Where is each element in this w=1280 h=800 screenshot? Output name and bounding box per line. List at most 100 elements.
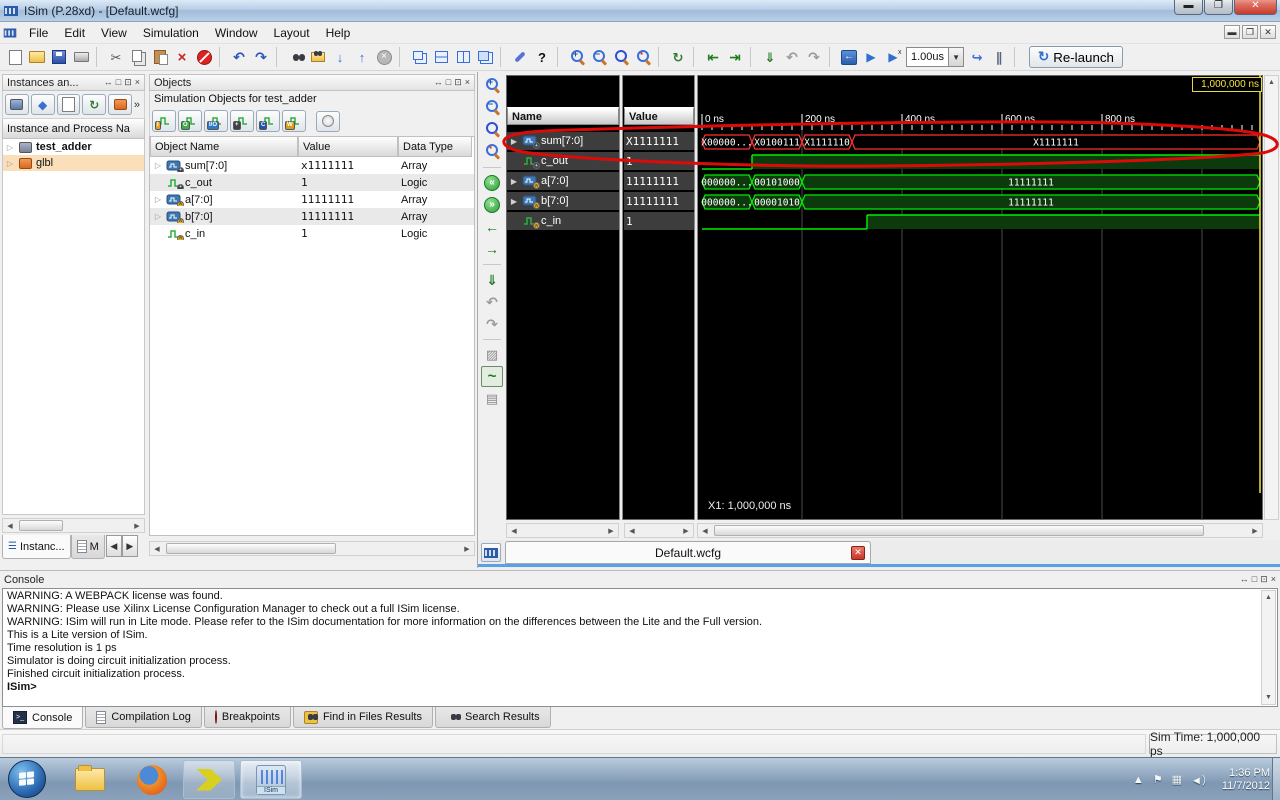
context-help-button[interactable]: ? — [531, 46, 553, 68]
next-marker-button[interactable]: ↷ — [803, 46, 825, 68]
step-button[interactable]: ↪ — [966, 46, 988, 68]
object-row-c_out[interactable]: +c_out1Logic — [150, 174, 474, 191]
minimize-button[interactable]: ▬ — [1174, 0, 1203, 15]
start-button[interactable] — [8, 760, 46, 798]
zoom-full-view-button[interactable] — [610, 46, 632, 68]
instance-row-glbl[interactable]: ▷glbl — [3, 155, 144, 171]
wave-value-c_in[interactable]: 1 — [624, 212, 694, 230]
menu-edit[interactable]: Edit — [56, 23, 93, 43]
scroll-right-icon[interactable]: ▶ — [460, 542, 474, 555]
maximize-icon[interactable]: □ — [1252, 574, 1257, 585]
maximize-icon[interactable]: □ — [116, 77, 121, 88]
wave-value-b[7:0][interactable]: 11111111 — [624, 192, 694, 210]
tab-default-wcfg[interactable]: Default.wcfg ✕ — [505, 541, 871, 564]
chevron-down-icon[interactable]: ▼ — [948, 48, 963, 66]
scroll-left-icon[interactable]: ◀ — [625, 524, 639, 537]
force-clock-button[interactable] — [316, 111, 340, 132]
source-document-button[interactable] — [57, 94, 81, 115]
restore-icon[interactable]: ⊡ — [1260, 574, 1268, 585]
scroll-down-icon[interactable]: ▼ — [1262, 691, 1275, 704]
tab-close-icon[interactable]: ✕ — [851, 546, 865, 560]
scroll-right-icon[interactable]: ▶ — [604, 524, 618, 537]
expand-icon[interactable]: ▷ — [153, 195, 163, 204]
restore-button[interactable]: ❐ — [1204, 0, 1233, 15]
close-icon[interactable]: × — [135, 77, 140, 88]
column-header-data-type[interactable]: Data Type — [398, 137, 472, 157]
float-icon[interactable]: ↔ — [1240, 574, 1249, 585]
close-button[interactable]: ✕ — [1234, 0, 1277, 15]
filter-internal-button[interactable]: + — [230, 110, 254, 132]
tile-horizontally-button[interactable] — [430, 46, 452, 68]
instances-hscrollbar[interactable]: ◀ ▶ — [2, 518, 145, 533]
column-header-object-name[interactable]: Object Name — [150, 137, 298, 157]
scroll-right-icon[interactable]: ▶ — [130, 519, 144, 532]
taskbar-clock[interactable]: 1:36 PM 11/7/2012 — [1222, 767, 1270, 793]
cut-button[interactable]: ✂ — [105, 46, 127, 68]
column-header-value[interactable]: Value — [298, 137, 398, 157]
filter-inouts-button[interactable]: I/O — [204, 110, 228, 132]
zoom-out-button[interactable]: − — [588, 46, 610, 68]
console-vscrollbar[interactable]: ▲ ▼ — [1261, 590, 1276, 705]
expand-icon[interactable]: ▷ — [5, 143, 15, 152]
zoom-out-button[interactable]: − — [481, 97, 503, 118]
object-row-b[7:0][interactable]: ▷wb[7:0]11111111Array — [150, 208, 474, 225]
action-center-flag-icon[interactable]: ⚑ — [1153, 773, 1163, 786]
delete-button[interactable]: × — [171, 46, 193, 68]
menu-help[interactable]: Help — [318, 23, 359, 43]
run-time-combo[interactable]: 1.00us▼ — [906, 47, 964, 67]
run-for-time-button[interactable]: ▶ — [882, 46, 904, 68]
restart-button[interactable] — [838, 46, 860, 68]
previous-edge-button[interactable]: ← — [481, 216, 503, 237]
waveform-tab-icon[interactable] — [481, 543, 501, 562]
filter-wires-button[interactable]: W — [282, 110, 306, 132]
expand-icon[interactable]: ▶ — [509, 197, 519, 206]
new-document-button[interactable] — [4, 46, 26, 68]
tab-compilation-log[interactable]: Compilation Log — [85, 707, 202, 728]
save-button[interactable] — [48, 46, 70, 68]
zoom-area-button[interactable]: ▪ — [481, 141, 503, 162]
memory-chip-orange-button[interactable] — [108, 94, 132, 115]
find-in-files-button[interactable] — [307, 46, 329, 68]
console-output[interactable]: WARNING: A WEBPACK license was found.WAR… — [2, 588, 1278, 707]
tab-scroll-right-icon[interactable]: ▶ — [122, 535, 138, 557]
show-desktop-button[interactable] — [1272, 758, 1280, 800]
scroll-up-icon[interactable]: ▲ — [1265, 76, 1278, 89]
wave-value-a[7:0][interactable]: 11111111 — [624, 172, 694, 190]
expand-icon[interactable]: ▶ — [509, 137, 519, 146]
go-to-previous-transition-button[interactable] — [481, 172, 503, 193]
object-row-sum[7:0][interactable]: ▷+sum[7:0]x1111111Array — [150, 157, 474, 174]
run-all-button[interactable]: ▶ — [860, 46, 882, 68]
wave-name-header[interactable]: Name — [507, 107, 619, 125]
next-edge-button[interactable]: → — [481, 238, 503, 259]
wave-row-b[7:0][interactable]: ▶wb[7:0] — [507, 192, 619, 210]
taskbar-ise-button[interactable] — [183, 760, 235, 799]
object-row-a[7:0][interactable]: ▷wa[7:0]11111111Array — [150, 191, 474, 208]
scroll-right-icon[interactable]: ▶ — [1248, 524, 1262, 537]
taskbar-firefox-button[interactable] — [128, 760, 176, 799]
show-hidden-icons-icon[interactable]: ▲ — [1133, 774, 1144, 786]
instances-column-header[interactable]: Instance and Process Na — [2, 119, 145, 139]
mdi-close-button[interactable]: ✕ — [1260, 25, 1276, 39]
add-marker-button[interactable]: ⇓ — [759, 46, 781, 68]
scroll-left-icon[interactable]: ◀ — [3, 519, 17, 532]
float-icon[interactable]: ↔ — [434, 77, 443, 88]
redo-button[interactable]: ↷ — [250, 46, 272, 68]
waveform-canvas[interactable]: 0 ns200 ns400 ns600 ns800 nsX00000...X01… — [697, 75, 1263, 520]
previous-marker-button[interactable]: ↶ — [781, 46, 803, 68]
zoom-area-button[interactable]: ▪ — [632, 46, 654, 68]
pause-button[interactable]: ∥ — [988, 46, 1010, 68]
wave-row-sum[7:0][interactable]: ▶+sum[7:0] — [507, 132, 619, 150]
wave-row-c_in[interactable]: wc_in — [507, 212, 619, 230]
find-button[interactable] — [285, 46, 307, 68]
read-only-button[interactable] — [193, 46, 215, 68]
menu-file[interactable]: File — [21, 23, 56, 43]
next-marker-button[interactable]: ↷ — [481, 313, 503, 334]
instance-chip-blue-button[interactable] — [5, 94, 29, 115]
scroll-left-icon[interactable]: ◀ — [150, 542, 164, 555]
tab-memory[interactable]: M — [71, 535, 105, 559]
wave-value-sum[7:0][interactable]: X1111111 — [624, 132, 694, 150]
menu-layout[interactable]: Layout — [266, 23, 318, 43]
filter-outputs-button[interactable]: O — [178, 110, 202, 132]
reload-button[interactable]: ↻ — [667, 46, 689, 68]
scroll-left-icon[interactable]: ◀ — [507, 524, 521, 537]
